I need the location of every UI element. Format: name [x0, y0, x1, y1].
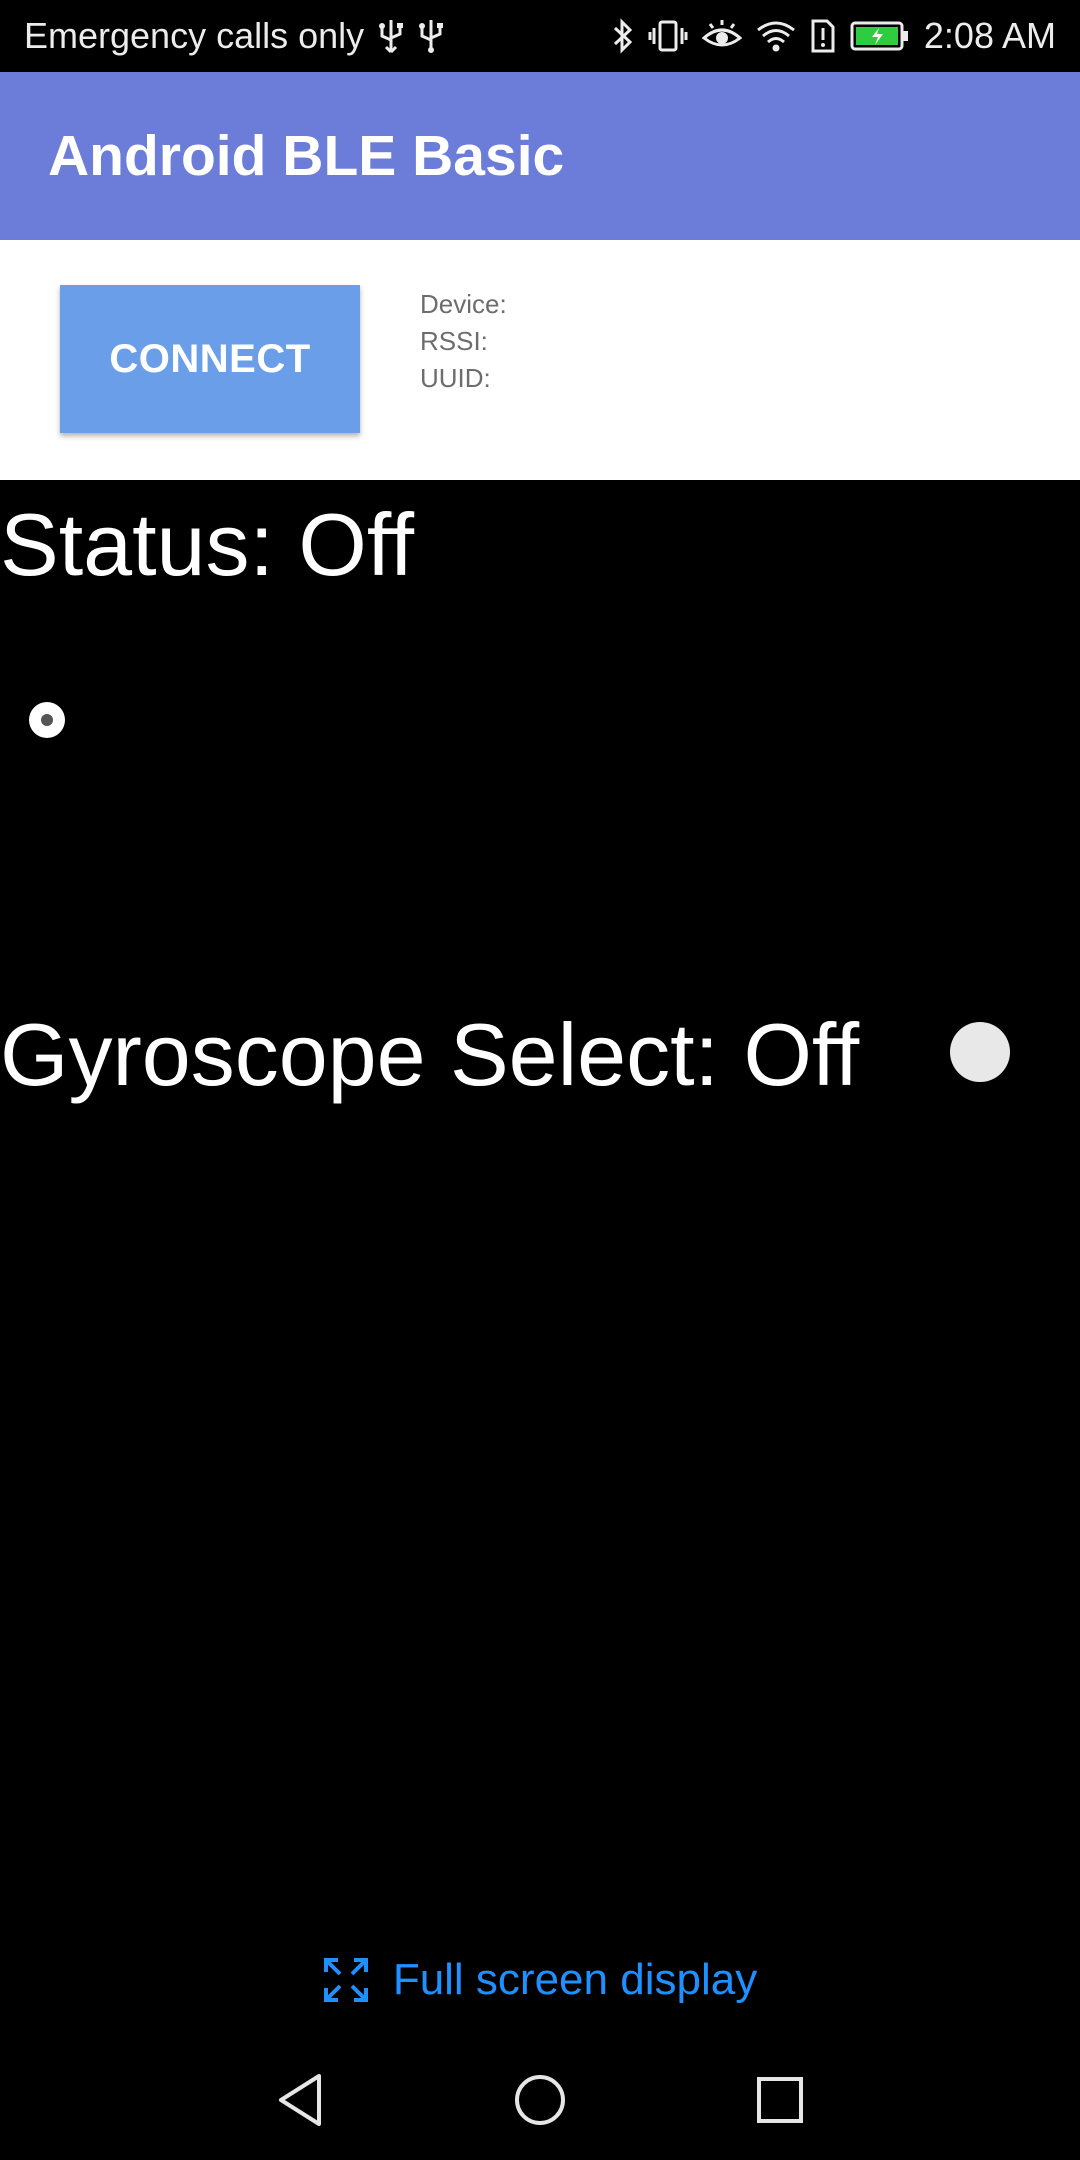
status-bar-right: 2:08 AM — [612, 0, 1056, 72]
gyroscope-select-text: Gyroscope Select: Off — [0, 1005, 860, 1104]
navigation-bar — [0, 2040, 1080, 2160]
clock: 2:08 AM — [923, 15, 1056, 56]
connect-panel: CONNECT Device: RSSI: UUID: — [0, 240, 1080, 480]
connect-button[interactable]: CONNECT — [60, 285, 360, 433]
device-label: Device: — [420, 289, 507, 319]
battery-charging-icon — [850, 19, 910, 53]
home-icon[interactable] — [510, 2070, 570, 2130]
device-info: Device: RSSI: UUID: — [420, 286, 507, 397]
gyroscope-indicator-dot[interactable] — [950, 1022, 1010, 1082]
eye-icon — [701, 18, 742, 54]
wifi-icon — [756, 18, 796, 54]
app-title: Android BLE Basic — [48, 124, 565, 188]
app-bar: Android BLE Basic — [0, 72, 1080, 240]
vibrate-icon — [648, 18, 688, 54]
uuid-label: UUID: — [420, 363, 491, 393]
status-indicator-center — [41, 714, 53, 726]
status-bar-left: Emergency calls only — [24, 0, 444, 72]
carrier-text: Emergency calls only — [24, 15, 365, 56]
full-screen-display-link[interactable]: Full screen display — [0, 1950, 1080, 2010]
usb-icon — [418, 18, 444, 54]
rssi-label: RSSI: — [420, 326, 488, 356]
usb-icon — [378, 18, 404, 54]
screen: Emergency calls only 2:08 AM Android BLE… — [0, 0, 1080, 2160]
status-indicator-dot — [29, 702, 65, 738]
expand-icon — [323, 1957, 369, 2003]
alert-icon — [810, 18, 836, 54]
status-bar: Emergency calls only 2:08 AM — [0, 0, 1080, 72]
recents-icon[interactable] — [750, 2070, 810, 2130]
full-screen-display-label: Full screen display — [392, 1955, 758, 2004]
back-icon[interactable] — [270, 2070, 330, 2130]
status-text: Status: Off — [0, 495, 415, 594]
bluetooth-icon — [612, 18, 634, 54]
